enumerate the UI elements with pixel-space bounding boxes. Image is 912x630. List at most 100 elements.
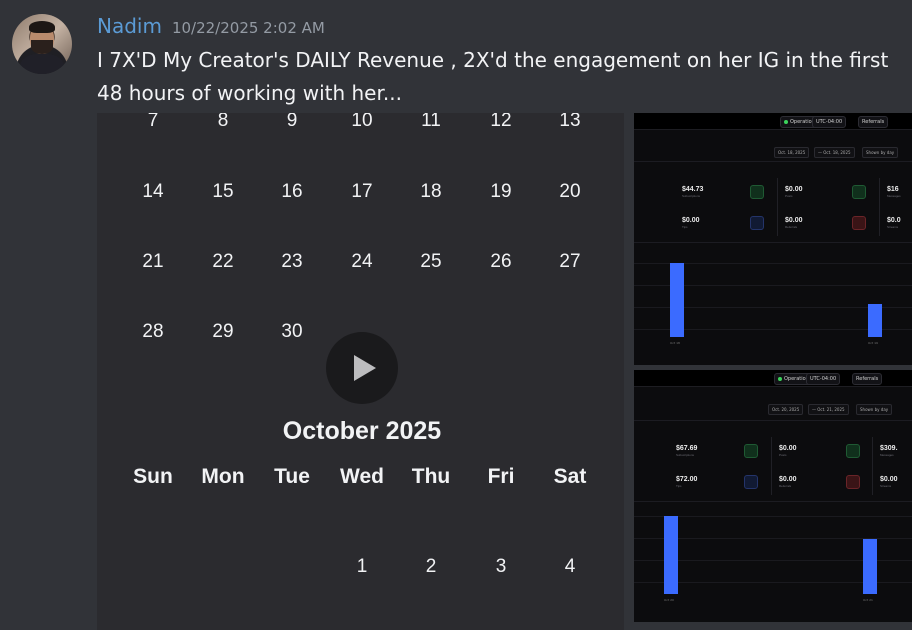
stat-value: $0.00 Referrals [779,476,797,488]
stat-label: Posts [785,194,793,198]
calendar-row: 14 15 16 17 18 19 20 [97,181,624,211]
calendar-day: 23 [281,251,303,272]
stat-value: $16 Messages [887,186,901,198]
calendar-day: 8 [217,113,229,131]
calendar-day: 2 [425,556,437,577]
status-dot-icon [778,376,782,381]
calendar-row: 1 2 3 4 [97,556,624,586]
stat-icon [744,444,758,458]
timestamp[interactable]: 10/22/2025 2:02 AM [172,19,325,37]
chart-bar[interactable] [670,263,684,337]
stat-value: $67.69 Subscriptions [676,445,698,457]
calendar-weekday: Wed [340,465,384,488]
granularity-select[interactable]: Shown by day [856,404,893,415]
calendar-day: 7 [147,113,159,131]
calendar-day: 14 [142,181,164,202]
stat-icon [852,216,866,230]
calendar-row: 28 29 30 [97,321,624,351]
stat-label: Streams [880,484,892,488]
timezone-pill[interactable]: UTC-04:00 [806,373,841,385]
stat-label: Messages [887,194,901,198]
divider [879,178,880,236]
dashboard-topbar: Operational UTC-04:00 Referrals [634,113,912,130]
stat-label: Streams [887,225,899,229]
stat-value: $309. Messages [880,445,898,457]
calendar-day: 1 [356,556,368,577]
stat-icon [750,185,764,199]
calendar-day: 21 [142,251,164,272]
stats-panel: $67.69 Subscriptions $0.00 Posts $309. Messag… [634,420,912,502]
stat-value: $0.00 Posts [785,186,803,198]
stat-label: Subscriptions [676,453,695,457]
stat-value: $0.00 Posts [779,445,797,457]
calendar-weekday: Tue [274,465,310,488]
message-text: I 7X'D My Creator's DAILY Revenue , 2X'd… [97,48,889,105]
calendar-day: 30 [281,321,303,342]
chart-bar[interactable] [868,304,882,337]
chart-bar-label: Oct 20 [664,598,674,602]
play-icon [354,355,376,381]
calendar-month-title: October 2025 [282,417,442,445]
stat-value: $44.73 Subscriptions [682,186,704,198]
dashboard-screenshot-1[interactable]: Operational UTC-04:00 Referrals Oct. 18, 20… [634,113,912,365]
timezone-pill[interactable]: UTC-04:00 [812,116,847,128]
calendar-weekday: Fri [487,465,515,488]
calendar-day: 20 [559,181,581,202]
calendar-day: 25 [420,251,442,272]
calendar-day: 10 [351,113,373,131]
stat-label: Tips [676,484,682,488]
calendar-weekday-row: Sun Mon Tue Wed Thu Fri Sat [97,465,624,495]
date-to[interactable]: — Oct. 21, 2025 [808,404,849,415]
date-from[interactable]: Oct. 18, 2025 [774,147,810,158]
calendar-day: 12 [490,113,512,131]
stat-value: $0.0 Streams [887,217,901,229]
calendar-day: 19 [490,181,512,202]
referrals-button[interactable]: Referrals [852,373,883,385]
stat-icon [750,216,764,230]
calendar-weekday: Sat [553,465,587,488]
stat-label: Posts [779,453,787,457]
calendar-weekday: Thu [411,465,451,488]
dashboard-screenshot-2[interactable]: Operational UTC-04:00 Referrals Oct. 20, 20… [634,370,912,622]
timezone-label: UTC-04:00 [810,376,837,382]
divider [777,178,778,236]
calendar-day: 16 [281,181,303,202]
referrals-button[interactable]: Referrals [858,116,889,128]
username[interactable]: Nadim [97,14,162,38]
date-filter-row: Oct. 18, 2025 — Oct. 18, 2025 Shown by day [634,147,912,159]
chart-bar[interactable] [664,516,678,594]
message-header: Nadim 10/22/2025 2:02 AM [97,14,325,40]
chart-bar[interactable] [863,539,877,594]
calendar-day: 4 [564,556,576,577]
stat-value: $0.00 Streams [880,476,898,488]
calendar-row: 7 8 9 10 11 12 13 [97,113,624,140]
divider [771,437,772,495]
stat-label: Tips [682,225,688,229]
chart-bar-label: Oct 21 [863,598,873,602]
stat-value: $72.00 Tips [676,476,698,488]
granularity-select[interactable]: Shown by day [862,147,899,158]
calendar-day: 3 [495,556,507,577]
calendar-day: 29 [212,321,234,342]
date-to[interactable]: — Oct. 18, 2025 [814,147,855,158]
calendar-day: 17 [351,181,373,202]
calendar-weekday: Mon [201,465,245,488]
calendar-day: 22 [212,251,234,272]
calendar-day: 24 [351,251,373,272]
stat-label: Referrals [779,484,792,488]
date-from[interactable]: Oct. 20, 2025 [768,404,804,415]
calendar-day: 26 [490,251,512,272]
calendar-row: 21 22 23 24 25 26 27 [97,251,624,281]
stat-value: $0.00 Tips [682,217,700,229]
divider [872,437,873,495]
stat-value: $0.00 Referrals [785,217,803,229]
stat-label: Referrals [785,225,798,229]
stat-icon [846,475,860,489]
referrals-label: Referrals [862,119,885,125]
calendar-day: 13 [559,113,581,131]
avatar[interactable] [12,14,72,74]
calendar-day: 28 [142,321,164,342]
referrals-label: Referrals [856,376,879,382]
video-attachment[interactable]: October 2025 7 8 9 10 11 12 13 14 15 16 17 18 19 20 21… [97,113,624,630]
stat-icon [846,444,860,458]
